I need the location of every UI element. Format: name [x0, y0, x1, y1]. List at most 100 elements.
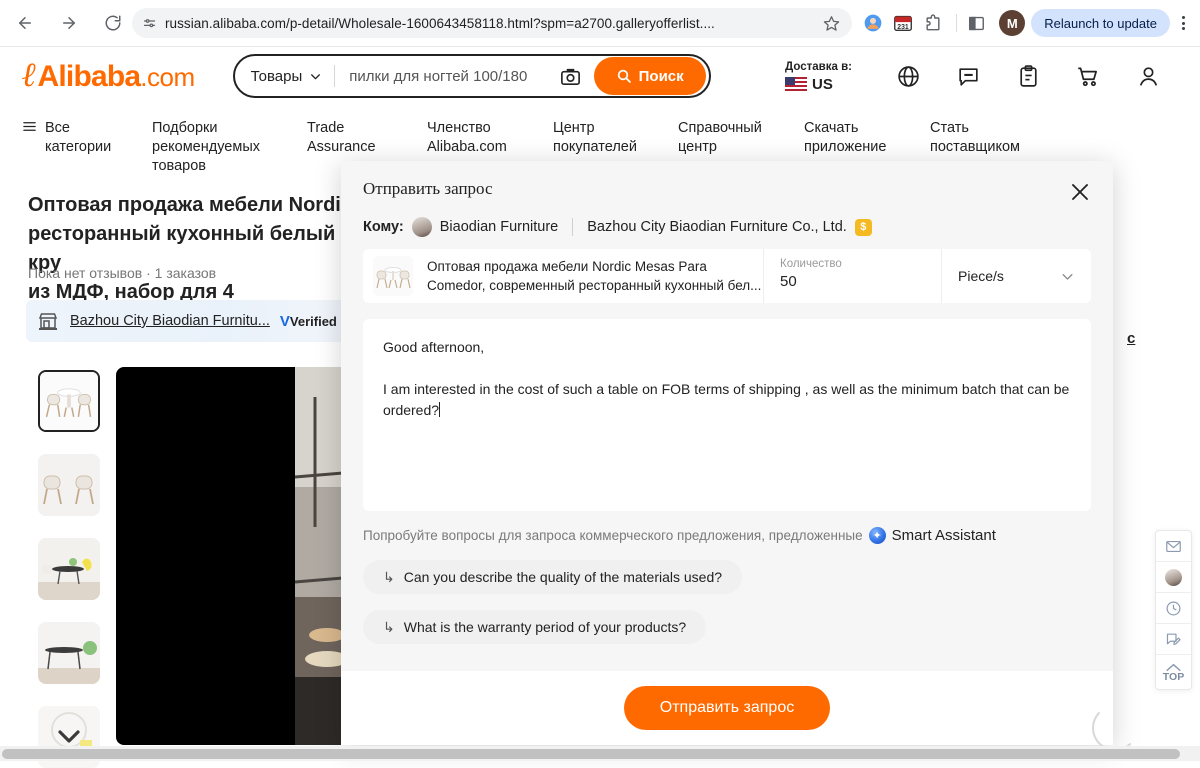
recipient-avatar: [412, 217, 432, 237]
history-icon[interactable]: [1156, 593, 1191, 624]
nav-label-line2: товаров: [152, 158, 206, 174]
nav-item-help-center[interactable]: Справочный центр: [678, 105, 804, 161]
suggestion-list: ↳ Can you describe the quality of the ma…: [363, 544, 1091, 658]
supplier-link[interactable]: Bazhou City Biaodian Furnitu...: [70, 313, 270, 329]
back-to-top-label: TOP: [1163, 672, 1184, 682]
toolbar-divider: [956, 14, 957, 32]
site-header: ℓ Alibaba .com Товары Поиск Доставка в:: [0, 47, 1200, 105]
search-icon: [616, 68, 632, 84]
quantity-field[interactable]: Количество: [763, 249, 941, 303]
account-icon[interactable]: [1118, 64, 1178, 89]
cart-icon[interactable]: [1058, 63, 1118, 89]
suggestion-arrow-icon: ↳: [383, 569, 395, 586]
nav-item-become-supplier[interactable]: Стать поставщиком: [930, 105, 1085, 161]
extensions-puzzle-icon[interactable]: [920, 10, 946, 36]
search-category-dropdown[interactable]: Товары: [251, 68, 323, 85]
thumbnail-1[interactable]: [38, 370, 100, 432]
suggestion-chip-3-clipped[interactable]: [363, 644, 1091, 658]
message-body-text: I am interested in the cost of such a ta…: [383, 381, 1069, 418]
thumbnail-2[interactable]: [38, 454, 100, 516]
nav-label-line1: Стать: [930, 120, 969, 136]
logo-name: Alibaba: [38, 60, 141, 94]
relaunch-to-update-button[interactable]: Relaunch to update: [1031, 9, 1170, 37]
site-settings-icon[interactable]: [142, 16, 157, 31]
hamburger-icon: [22, 105, 37, 161]
ship-to-label: Доставка в:: [785, 60, 852, 74]
chrome-menu-icon[interactable]: [1172, 16, 1194, 30]
message-textarea[interactable]: Good afternoon, I am interested in the c…: [363, 319, 1091, 511]
nav-label-line1: Подборки рекомендуемых: [152, 120, 260, 155]
scrollbar-thumb[interactable]: [2, 749, 1180, 759]
ship-to-country: US: [812, 76, 833, 93]
search-divider: [334, 65, 335, 87]
nav-label-line2: Assurance: [307, 139, 376, 155]
globe-icon[interactable]: [878, 64, 938, 89]
nav-item-buyer-center[interactable]: Центр покупателей: [553, 105, 678, 161]
profile-extension-icon[interactable]: [860, 10, 886, 36]
assistant-prompt-text: Попробуйте вопросы для запроса коммерчес…: [363, 528, 863, 543]
search-input[interactable]: [347, 67, 547, 86]
verified-check-icon: V: [280, 313, 290, 330]
decorative-arc: [1092, 705, 1138, 751]
browser-toolbar: russian.alibaba.com/p-detail/Wholesale-1…: [0, 0, 1200, 47]
mail-icon[interactable]: [1156, 531, 1191, 562]
calendar-extension-icon[interactable]: 231: [890, 10, 916, 36]
review-count: Пока нет отзывов: [28, 265, 142, 281]
nav-item-all-categories[interactable]: Все категории: [22, 105, 152, 161]
nav-label-line1: Скачать: [804, 120, 858, 136]
thumbnail-3[interactable]: [38, 538, 100, 600]
quantity-input[interactable]: [780, 272, 941, 290]
unit-dropdown[interactable]: Piece/s: [941, 249, 1091, 303]
thumbnail-4[interactable]: [38, 622, 100, 684]
inquiry-modal: Отправить запрос Кому: Biaodian Furnitur…: [341, 161, 1113, 745]
modal-product-desc-line1: Оптовая продажа мебели Nordic Mesas Para: [427, 259, 707, 274]
chrome-profile-avatar[interactable]: M: [999, 10, 1025, 36]
message-icon[interactable]: [938, 64, 998, 89]
smart-assistant-icon: [869, 527, 886, 544]
supplier-bar[interactable]: Bazhou City Biaodian Furnitu... VVerifie…: [26, 300, 356, 342]
verified-text: Verified: [290, 314, 337, 329]
gold-supplier-icon: [855, 219, 872, 236]
suggestion-text: Can you describe the quality of the mate…: [404, 569, 722, 585]
close-icon[interactable]: [1063, 175, 1097, 209]
forward-button[interactable]: [54, 8, 84, 38]
bookmark-star-icon[interactable]: [823, 15, 840, 32]
suggestion-chip-1[interactable]: ↳ Can you describe the quality of the ma…: [363, 560, 742, 594]
back-button[interactable]: [10, 8, 40, 38]
suggestion-chip-2[interactable]: ↳ What is the warranty period of your pr…: [363, 610, 706, 644]
nav-label-line1: Центр: [553, 120, 595, 136]
quantity-label: Количество: [780, 257, 941, 272]
recipient-label: Кому:: [363, 219, 404, 235]
send-inquiry-button[interactable]: Отправить запрос: [624, 686, 830, 730]
address-bar[interactable]: russian.alibaba.com/p-detail/Wholesale-1…: [132, 8, 852, 38]
logo-tld: .com: [140, 62, 194, 93]
camera-search-icon[interactable]: [556, 65, 586, 88]
url-text: russian.alibaba.com/p-detail/Wholesale-1…: [165, 16, 815, 31]
ship-to-selector[interactable]: Доставка в: US: [785, 60, 852, 93]
reload-button[interactable]: [98, 8, 128, 38]
nav-label-line1: Членство: [427, 120, 491, 136]
nav-item-recommended[interactable]: Подборки рекомендуемых товаров: [152, 105, 307, 161]
modal-product-row: Оптовая продажа мебели Nordic Mesas Para…: [363, 249, 1091, 303]
horizontal-scrollbar[interactable]: [0, 746, 1200, 761]
nav-all-line1: Все: [45, 120, 70, 136]
search-button[interactable]: Поиск: [594, 57, 706, 95]
nav-item-trade-assurance[interactable]: Trade Assurance: [307, 105, 427, 161]
smart-assistant-brand: Smart Assistant: [892, 527, 996, 544]
search-button-label: Поиск: [639, 68, 684, 85]
nav-item-membership[interactable]: Членство Alibaba.com: [427, 105, 553, 161]
orders-icon[interactable]: [998, 64, 1058, 89]
avatar-icon[interactable]: [1156, 562, 1191, 593]
back-to-top-button[interactable]: TOP: [1156, 655, 1191, 689]
order-count: 1 заказов: [155, 265, 216, 281]
nav-item-download-app[interactable]: Скачать приложение: [804, 105, 930, 161]
unit-value: Piece/s: [958, 268, 1004, 284]
nav-all-line2: категории: [45, 139, 111, 155]
suggestion-arrow-icon: ↳: [383, 619, 395, 636]
message-body: I am interested in the cost of such a ta…: [383, 379, 1071, 421]
side-panel-icon[interactable]: [963, 10, 989, 36]
message-greeting: Good afternoon,: [383, 337, 1071, 358]
search-bar: Товары Поиск: [233, 54, 711, 98]
alibaba-logo[interactable]: ℓ Alibaba .com: [22, 57, 195, 95]
feedback-icon[interactable]: [1156, 624, 1191, 655]
